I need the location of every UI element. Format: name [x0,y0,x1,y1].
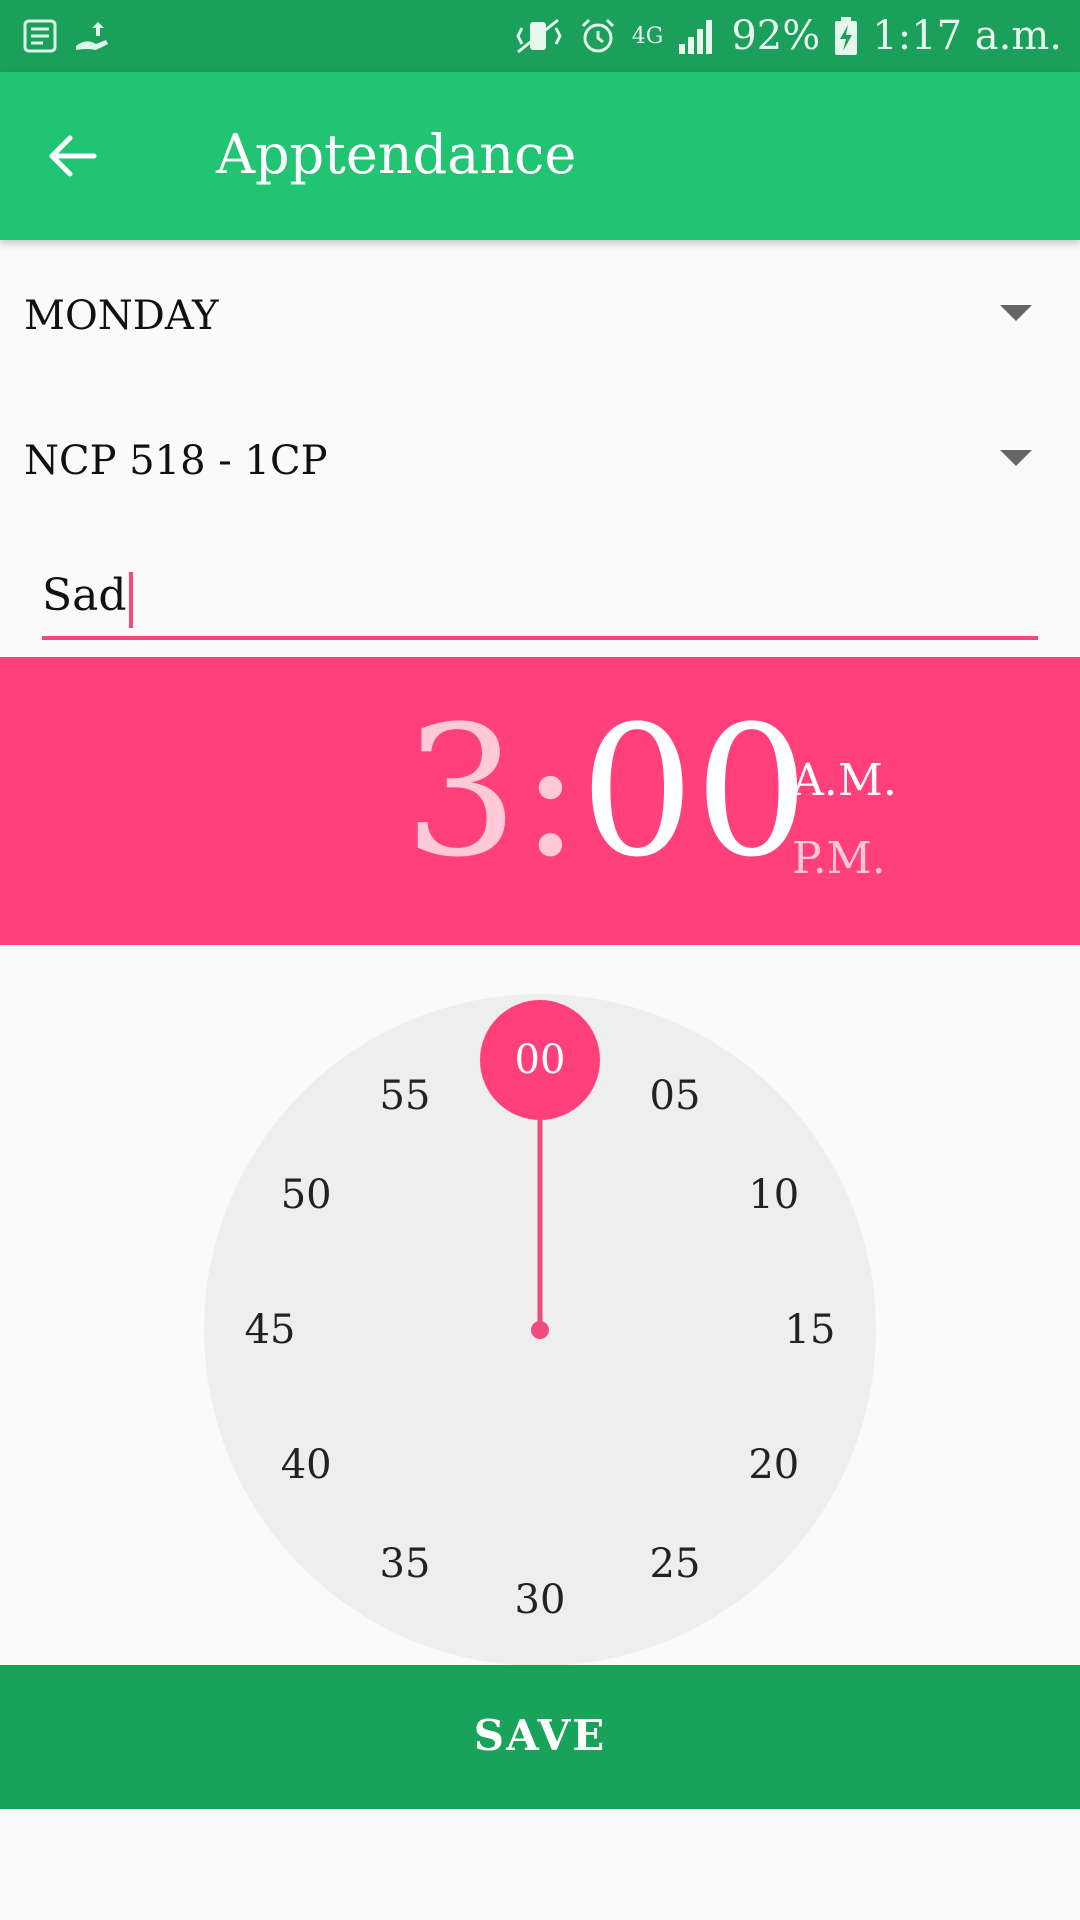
course-spinner-value: NCP 518 - 1CP [24,438,328,484]
signal-icon [679,20,713,54]
text-cursor [129,572,133,628]
dial-label-25[interactable]: 25 [650,1541,701,1587]
dial-label-45[interactable]: 45 [245,1307,296,1353]
notes-icon [23,19,57,53]
dial-label-55[interactable]: 55 [380,1073,431,1119]
arrow-left-icon[interactable] [44,128,100,184]
vibrate-icon [516,18,562,54]
dial-label-35[interactable]: 35 [380,1541,431,1587]
network-type: 4G [631,23,664,49]
time-picker-header: 3 : 00 A.M. P.M. [0,657,1080,945]
dropdown-arrow-icon [1000,305,1032,321]
minute-dial[interactable]: 00 05 10 15 20 25 30 35 40 45 50 55 [203,993,877,1667]
pm-toggle[interactable]: P.M. [792,833,886,884]
name-input[interactable]: Sad [42,560,1038,640]
page-title: Apptendance [216,123,577,186]
upload-icon [76,22,108,50]
alarm-icon [581,18,614,53]
day-spinner[interactable]: MONDAY [0,255,1080,375]
name-input-value: Sad [42,570,127,621]
dial-label-40[interactable]: 40 [281,1442,332,1488]
battery-charging-icon [835,17,858,55]
dial-label-10[interactable]: 10 [748,1172,799,1218]
status-icons: 4G 92% 1:17 a.m. [512,0,1062,72]
course-spinner[interactable]: NCP 518 - 1CP [0,400,1080,520]
minute-display[interactable]: 00 [580,703,809,883]
day-spinner-value: MONDAY [24,293,219,339]
save-button-label: SAVE [473,1711,607,1760]
dial-label-50[interactable]: 50 [281,1172,332,1218]
dial-label-15[interactable]: 15 [785,1307,836,1353]
battery-percent: 92% [731,13,821,59]
app-bar: Apptendance [0,72,1080,240]
dial-label-20[interactable]: 20 [748,1442,799,1488]
am-toggle[interactable]: A.M. [792,755,897,806]
clock: 1:17 a.m. [872,13,1062,59]
dial-label-05[interactable]: 05 [650,1073,701,1119]
save-button[interactable]: SAVE [0,1665,1080,1809]
status-bar: 4G 92% 1:17 a.m. [0,0,1080,72]
dial-label-00[interactable]: 00 [515,1037,566,1083]
dial-label-30[interactable]: 30 [515,1577,566,1623]
dropdown-arrow-icon [1000,450,1032,466]
hour-display[interactable]: 3 [404,703,519,883]
clock-center-dot [531,1321,549,1339]
time-separator: : [520,688,581,897]
